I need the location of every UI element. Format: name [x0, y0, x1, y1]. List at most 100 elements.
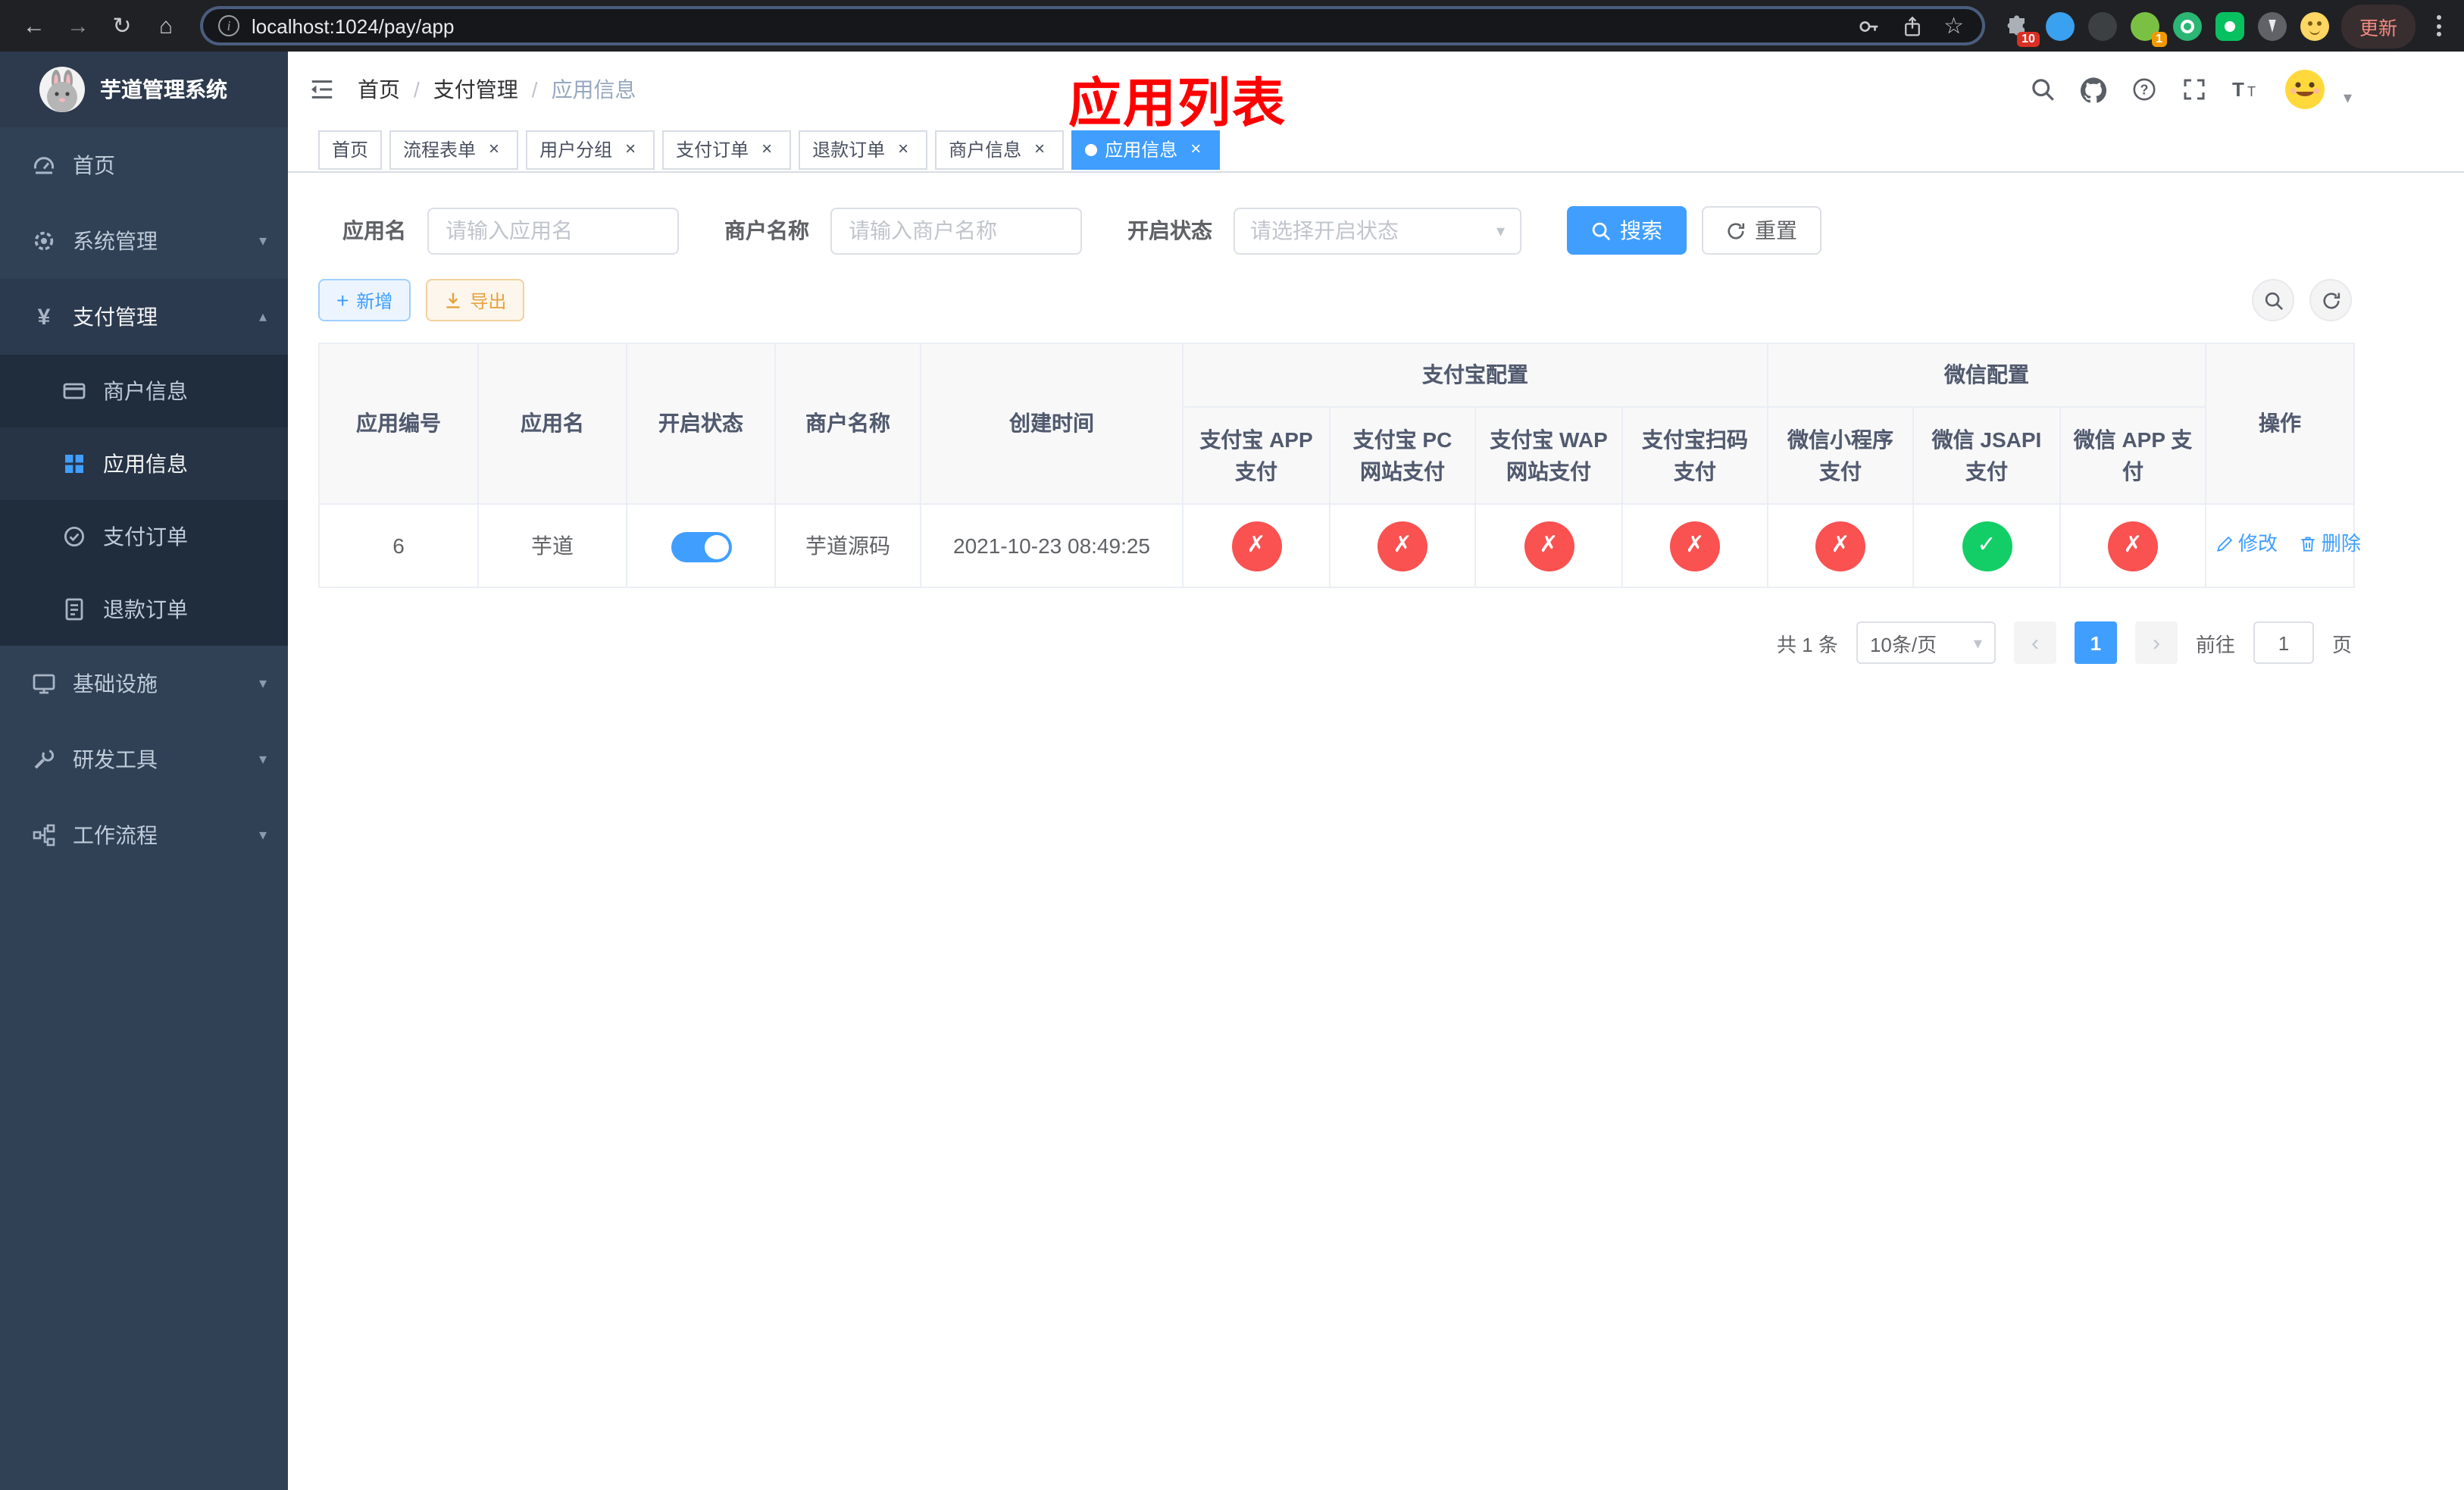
user-avatar[interactable]: [2284, 68, 2327, 111]
sidebar-item-system-mgmt[interactable]: 系统管理 ▾: [0, 203, 288, 279]
next-page-button[interactable]: ›: [2134, 621, 2178, 664]
sidebar-item-infrastructure[interactable]: 基础设施 ▾: [0, 646, 288, 722]
chevron-down-icon: ▾: [258, 233, 267, 249]
close-icon[interactable]: ×: [1029, 138, 1050, 160]
help-icon[interactable]: ?: [2133, 77, 2157, 102]
alipay-qr-status-icon: [1670, 521, 1720, 571]
tab-process-form[interactable]: 流程表单 ×: [389, 130, 519, 169]
browser-menu-icon[interactable]: [2425, 8, 2452, 44]
sidebar-item-home[interactable]: 首页: [0, 127, 288, 203]
address-bar[interactable]: i localhost:1024/pay/app ☆: [200, 6, 1985, 45]
tab-label: 支付订单: [676, 139, 749, 161]
wechat-mini-status-icon: [1815, 521, 1865, 571]
workflow-icon: [30, 823, 58, 847]
page-size-select[interactable]: 10条/页 ▾: [1856, 621, 1996, 664]
tab-label: 商户信息: [949, 139, 1022, 161]
close-icon[interactable]: ×: [756, 138, 777, 160]
tab-merchant-info[interactable]: 商户信息 ×: [935, 130, 1065, 169]
sidebar-subitem-merchant-info[interactable]: 商户信息: [0, 355, 288, 427]
password-key-icon[interactable]: [1857, 14, 1880, 37]
sidebar-toggle-icon[interactable]: [309, 77, 335, 102]
app-logo: 芋道管理系统: [0, 52, 288, 127]
browser-back-icon[interactable]: ←: [12, 5, 56, 47]
tab-pay-order[interactable]: 支付订单 ×: [662, 130, 792, 169]
cell-wechat-jsapi: [1912, 503, 2061, 588]
extension-icon[interactable]: [2215, 11, 2244, 40]
breadcrumb-payment-mgmt[interactable]: 支付管理: [433, 74, 518, 105]
font-size-icon[interactable]: TT: [2233, 77, 2259, 102]
extension-icon[interactable]: 1: [2130, 11, 2167, 46]
merchant-name-input[interactable]: [830, 207, 1082, 254]
extension-icon[interactable]: [2045, 11, 2075, 40]
browser-home-icon[interactable]: ⌂: [144, 5, 188, 47]
col-alipay-app: 支付宝 APP 支付: [1182, 406, 1330, 505]
browser-reload-icon[interactable]: ↻: [100, 5, 144, 47]
breadcrumb: 首页 / 支付管理 / 应用信息: [358, 74, 636, 105]
app-table: 应用编号 应用名 开启状态 商户名称 创建时间 支付宝配置 微信配置 操作 支付…: [318, 343, 2361, 588]
delete-button[interactable]: 删除: [2299, 530, 2361, 559]
extension-avatar-icon[interactable]: [2300, 11, 2329, 40]
sidebar-item-payment-mgmt[interactable]: ¥ 支付管理 ▴: [0, 279, 288, 355]
app-name-label: 应用名: [342, 218, 406, 243]
close-icon[interactable]: ×: [893, 138, 914, 160]
prev-page-button[interactable]: ‹: [2013, 621, 2056, 664]
sidebar-subitem-pay-order[interactable]: 支付订单: [0, 500, 288, 573]
close-icon[interactable]: ×: [1185, 138, 1206, 160]
breadcrumb-home[interactable]: 首页: [358, 74, 400, 105]
close-icon[interactable]: ×: [620, 138, 641, 160]
search-icon[interactable]: [2031, 77, 2056, 102]
fullscreen-icon[interactable]: [2183, 77, 2207, 102]
sidebar-item-workflow[interactable]: 工作流程 ▾: [0, 797, 288, 873]
tab-label: 应用信息: [1105, 139, 1178, 161]
app-name-input[interactable]: [427, 207, 679, 254]
yen-icon: ¥: [37, 304, 51, 330]
main-area: 首页 / 支付管理 / 应用信息 应用列表 ? T T ▾ 首页 流程表单 × …: [288, 52, 2464, 1490]
extensions-puzzle-icon[interactable]: 10: [2003, 11, 2040, 46]
github-icon[interactable]: [2081, 77, 2107, 102]
refresh-button[interactable]: [2309, 279, 2352, 321]
col-actions: 操作: [2205, 343, 2355, 505]
tab-user-group[interactable]: 用户分组 ×: [526, 130, 655, 169]
cell-status: [626, 503, 776, 588]
sidebar-item-label: 首页: [73, 153, 115, 177]
share-icon[interactable]: [1901, 14, 1922, 37]
svg-text:T: T: [2248, 84, 2256, 99]
close-icon[interactable]: ×: [483, 138, 505, 160]
sidebar-item-label: 基础设施: [73, 671, 158, 696]
export-button[interactable]: 导出: [426, 279, 525, 321]
goto-label: 前往: [2195, 633, 2235, 656]
site-info-icon[interactable]: i: [218, 15, 239, 36]
status-toggle[interactable]: [671, 531, 731, 562]
status-select[interactable]: 请选择开启状态 ▾: [1234, 207, 1521, 254]
toggle-search-button[interactable]: [2252, 279, 2294, 321]
tab-home[interactable]: 首页: [318, 130, 383, 169]
edit-button-label: 修改: [2238, 531, 2278, 555]
document-icon: [61, 597, 88, 621]
sidebar-item-dev-tools[interactable]: 研发工具 ▾: [0, 722, 288, 797]
page-annotation: 应用列表: [1068, 74, 1287, 133]
edit-button[interactable]: 修改: [2215, 530, 2278, 559]
reset-button[interactable]: 重置: [1702, 206, 1821, 255]
extension-pin-icon[interactable]: [2257, 11, 2287, 40]
sidebar-item-label: 支付管理: [73, 305, 158, 329]
chevron-down-icon: ▾: [258, 827, 267, 844]
goto-page-input[interactable]: [2253, 621, 2314, 664]
sidebar-subitem-app-info[interactable]: 应用信息: [0, 427, 288, 500]
tab-refund-order[interactable]: 退款订单 ×: [799, 130, 928, 169]
browser-forward-icon[interactable]: →: [56, 5, 100, 47]
bookmark-star-icon[interactable]: ☆: [1943, 14, 1964, 37]
page-number-1[interactable]: 1: [2074, 621, 2117, 664]
extension-icon[interactable]: [2087, 11, 2117, 40]
dashboard-icon: [30, 153, 58, 177]
browser-update-button[interactable]: 更新: [2340, 4, 2416, 48]
search-button[interactable]: 搜索: [1567, 206, 1687, 255]
wechat-jsapi-status-icon: [1962, 521, 2012, 571]
sidebar-subitem-refund-order[interactable]: 退款订单: [0, 573, 288, 646]
data-table-wrap: 应用编号 应用名 开启状态 商户名称 创建时间 支付宝配置 微信配置 操作 支付…: [288, 321, 2464, 588]
col-wechat-mini: 微信小程序支付: [1767, 406, 1914, 505]
avatar-caret-icon[interactable]: ▾: [2344, 88, 2352, 111]
col-alipay-qr: 支付宝扫码支付: [1621, 406, 1768, 505]
pagination-total: 共 1 条: [1777, 633, 1838, 656]
extension-icon[interactable]: [2172, 11, 2202, 40]
add-button[interactable]: + 新增: [318, 279, 411, 321]
